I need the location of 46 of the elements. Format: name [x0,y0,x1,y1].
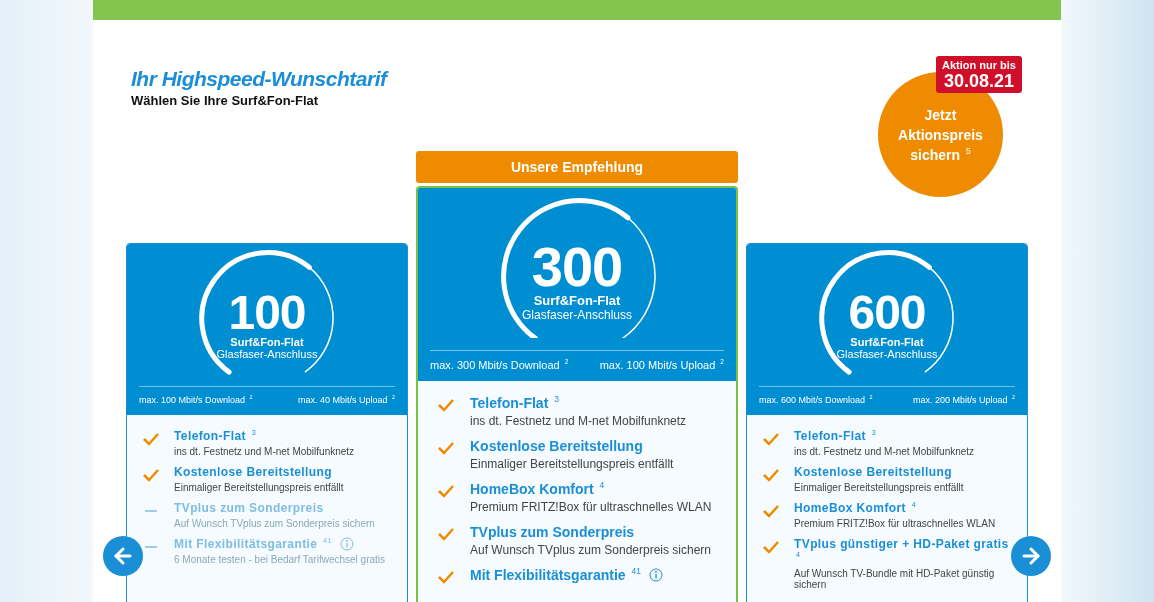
speed-number: 300 [531,240,623,294]
feature-title: TVplus zum Sonderpreis [174,501,324,515]
upload-speed: max. 100 Mbit/s Upload $^{2}$ [599,359,724,371]
feature-description: Premium FRITZ!Box für ultraschnelles WLAN [794,518,996,529]
feature-title: TVplus zum Sonderpreis [470,524,635,540]
feature-description: Auf Wunsch TVplus zum Sonderpreis sichern [470,543,711,557]
connection-type: Glasfaser-Anschluss [216,347,318,360]
feature-title: Mit Flexibilitätsgarantie $^{41}$ [174,537,332,551]
feature-description: Auf Wunsch TV-Bundle mit HD-Paket günstig sichern [794,568,996,590]
download-speed: max. 600 Mbit/s Download $^{2}$ [759,395,873,405]
feature-title: HomeBox Komfort $^{4}$ [470,481,605,497]
feature-description: Einmaliger Bereitstellungspreis entfällt [174,482,344,493]
feature-title: Telefon-Flat $^{3}$ [174,429,257,443]
feature-description: 6 Monate testen - bei Bedarf Tarifwechsel gratis [174,554,386,565]
feature-description: Einmaliger Bereitstellungspreis entfällt [794,482,964,493]
feature-description: Auf Wunsch TVplus zum Sonderpreis sichern [174,518,375,529]
feature-title: HomeBox Komfort $^{4}$ [794,501,917,515]
speed-number: 100 [228,290,306,336]
feature-title: Kostenlose Bereitstellung [174,465,333,479]
speed-number: 600 [848,290,926,336]
feature-description: ins dt. Festnetz und M-net Mobilfunknetz [470,414,687,428]
feature-description: Einmaliger Bereitstellungspreis entfällt [470,457,674,471]
feature-title: Telefon-Flat $^{3}$ [794,429,877,443]
feature-title: Telefon-Flat $^{3}$ [470,395,559,411]
upload-speed: max. 200 Mbit/s Upload $^{2}$ [912,395,1015,405]
tariff-name: Surf&Fon-Flat [533,293,621,309]
page-subtitle: Wählen Sie Ihre Surf&Fon-Flat [131,93,319,108]
tariff-name: Surf&Fon-Flat [230,335,304,348]
connection-type: Glasfaser-Anschluss [836,347,938,360]
feature-description: Premium FRITZ!Box für ultraschnelles WLAN [470,500,712,514]
info-icon[interactable] [648,568,663,582]
connection-type: Glasfaser-Anschluss [521,308,632,323]
page-title: Ihr Highspeed-Wunschtarif [131,67,387,91]
feature-description: ins dt. Festnetz und M-net Mobilfunknetz [794,446,975,457]
next-button[interactable] [1011,536,1051,576]
download-speed: max. 100 Mbit/s Download $^{2}$ [139,395,253,405]
feature-title: Kostenlose Bereitstellung [470,438,643,454]
feature-title: Kostenlose Bereitstellung [794,465,953,479]
tariff-name: Surf&Fon-Flat [850,335,924,348]
download-speed: max. 300 Mbit/s Download $^{2}$ [430,359,569,371]
recommendation-banner: Unsere Empfehlung [416,151,738,183]
promo-deadline-tag: Aktion nur bis 30.08.21 [936,56,1022,93]
previous-button[interactable] [103,536,143,576]
feature-description: ins dt. Festnetz und M-net Mobilfunknetz [174,446,355,457]
feature-title: Mit Flexibilitätsgarantie $^{41}$ [470,567,641,583]
upload-speed: max. 40 Mbit/s Upload $^{2}$ [297,395,395,405]
